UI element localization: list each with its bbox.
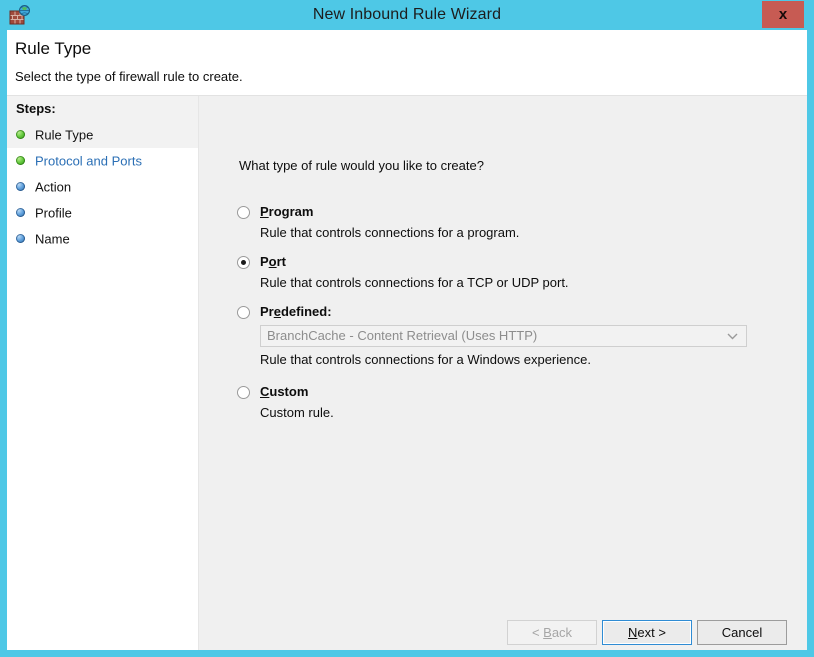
sidebar-item-label: Name bbox=[35, 232, 70, 247]
content-pane: What type of rule would you like to crea… bbox=[199, 96, 807, 650]
option-custom-label[interactable]: Custom bbox=[260, 384, 308, 399]
next-button[interactable]: Next > bbox=[602, 620, 692, 645]
sidebar-item-name: Name bbox=[7, 226, 198, 252]
step-pending-icon bbox=[16, 208, 25, 217]
window-title: New Inbound Rule Wizard bbox=[0, 0, 814, 30]
client-area: Rule Type Select the type of firewall ru… bbox=[7, 30, 807, 650]
option-program-description: Rule that controls connections for a pro… bbox=[260, 225, 519, 240]
radio-predefined[interactable] bbox=[237, 306, 250, 319]
sidebar-item-protocol-and-ports[interactable]: Protocol and Ports bbox=[7, 148, 198, 174]
option-predefined-label[interactable]: Predefined: bbox=[260, 304, 332, 319]
step-pending-icon bbox=[16, 182, 25, 191]
steps-sidebar: Steps: Rule Type Protocol and Ports Action… bbox=[7, 96, 199, 650]
option-predefined-description: Rule that controls connections for a Win… bbox=[260, 352, 591, 367]
sidebar-item-label: Protocol and Ports bbox=[35, 154, 142, 169]
new-inbound-rule-wizard-window: New Inbound Rule Wizard x Rule Type Sele… bbox=[0, 0, 814, 657]
chevron-down-icon bbox=[727, 326, 739, 346]
predefined-rule-combobox[interactable]: BranchCache - Content Retrieval (Uses HT… bbox=[260, 325, 747, 347]
back-button[interactable]: < Back bbox=[507, 620, 597, 645]
page-title: Rule Type bbox=[15, 39, 91, 59]
step-complete-icon bbox=[16, 130, 25, 139]
sidebar-item-label: Rule Type bbox=[35, 128, 93, 143]
option-custom-description: Custom rule. bbox=[260, 405, 334, 420]
close-icon[interactable]: x bbox=[762, 1, 804, 28]
sidebar-item-action: Action bbox=[7, 174, 198, 200]
sidebar-item-label: Action bbox=[35, 180, 71, 195]
button-bar: < Back Next > Cancel bbox=[199, 620, 807, 650]
page-subtitle: Select the type of firewall rule to crea… bbox=[15, 69, 243, 84]
predefined-rule-value: BranchCache - Content Retrieval (Uses HT… bbox=[267, 326, 537, 346]
option-program-label[interactable]: Program bbox=[260, 204, 313, 219]
page-header: Rule Type Select the type of firewall ru… bbox=[7, 30, 807, 96]
radio-custom[interactable] bbox=[237, 386, 250, 399]
sidebar-item-rule-type: Rule Type bbox=[7, 122, 198, 148]
option-port-label[interactable]: Port bbox=[260, 254, 286, 269]
steps-list: Rule Type Protocol and Ports Action Profile… bbox=[7, 122, 198, 252]
title-bar: New Inbound Rule Wizard x bbox=[0, 0, 814, 30]
cancel-button[interactable]: Cancel bbox=[697, 620, 787, 645]
radio-program[interactable] bbox=[237, 206, 250, 219]
radio-port[interactable] bbox=[237, 256, 250, 269]
steps-heading: Steps: bbox=[7, 96, 198, 122]
option-port-description: Rule that controls connections for a TCP… bbox=[260, 275, 569, 290]
sidebar-item-profile: Profile bbox=[7, 200, 198, 226]
sidebar-item-label: Profile bbox=[35, 206, 72, 221]
step-pending-icon bbox=[16, 234, 25, 243]
step-complete-icon bbox=[16, 156, 25, 165]
prompt-text: What type of rule would you like to crea… bbox=[239, 158, 484, 173]
